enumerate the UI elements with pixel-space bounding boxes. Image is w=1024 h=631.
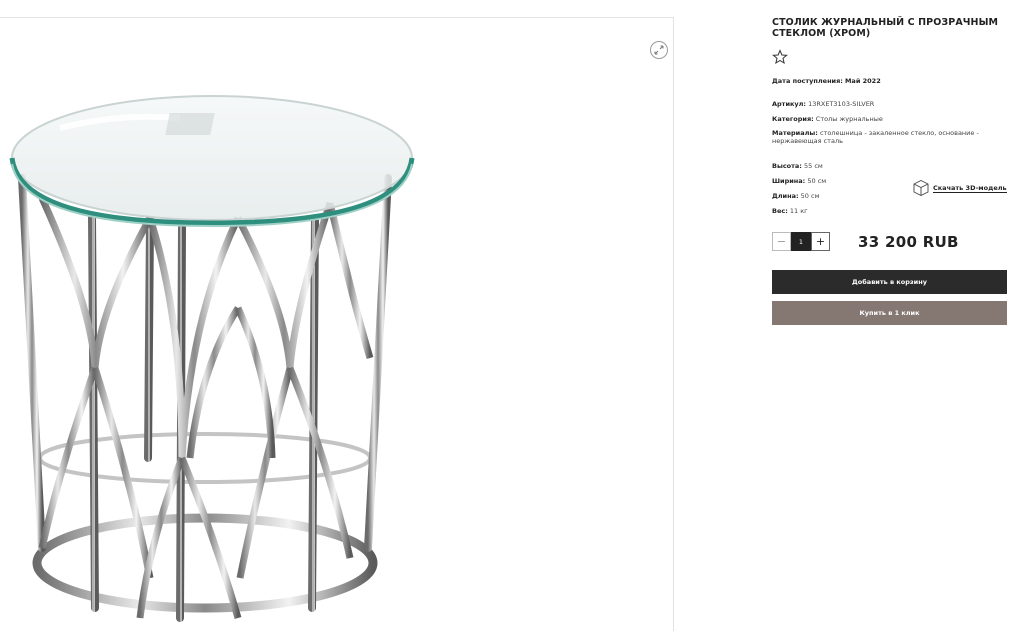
width: Ширина: 50 см bbox=[772, 177, 826, 185]
quantity-stepper: − + bbox=[772, 232, 830, 251]
arrival-value: Май 2022 bbox=[844, 77, 881, 85]
product-price: 33 200 RUB bbox=[858, 233, 959, 251]
sku-label: Артикул: bbox=[772, 100, 807, 108]
weight: Вес: 11 кг bbox=[772, 207, 808, 215]
cube-icon bbox=[913, 179, 929, 197]
expand-icon bbox=[654, 45, 664, 55]
quantity-minus-button[interactable]: − bbox=[772, 232, 791, 251]
weight-value: 11 кг bbox=[789, 207, 808, 215]
height-label: Высота: bbox=[772, 162, 802, 170]
height-value: 55 см bbox=[803, 162, 823, 170]
category-value: Столы журнальные bbox=[815, 115, 883, 123]
product-title: СТОЛИК ЖУРНАЛЬНЫЙ С ПРОЗРАЧНЫМ СТЕКЛОМ (… bbox=[772, 17, 999, 39]
length-label: Длина: bbox=[772, 192, 799, 200]
arrival-label: Дата поступления: bbox=[772, 77, 843, 85]
add-to-cart-button[interactable]: Добавить в корзину bbox=[772, 270, 1007, 294]
zoom-button[interactable] bbox=[650, 41, 668, 59]
length-value: 50 см bbox=[800, 192, 820, 200]
category-label: Категория: bbox=[772, 115, 814, 123]
weight-label: Вес: bbox=[772, 207, 788, 215]
download-3d-label: Скачать 3D-модель bbox=[933, 183, 1007, 193]
sku-value: 13RXET3103-SILVER bbox=[808, 100, 875, 108]
download-3d-link[interactable]: Скачать 3D-модель bbox=[912, 179, 1007, 197]
quantity-plus-button[interactable]: + bbox=[811, 232, 830, 251]
materials-label: Материалы: bbox=[772, 129, 818, 137]
sku: Артикул: 13RXET3103-SILVER bbox=[772, 100, 874, 108]
star-icon[interactable] bbox=[772, 49, 788, 65]
width-label: Ширина: bbox=[772, 177, 806, 185]
category: Категория: Столы журнальные bbox=[772, 115, 883, 123]
width-value: 50 см bbox=[807, 177, 827, 185]
product-gallery bbox=[0, 17, 674, 631]
product-image bbox=[9, 95, 415, 622]
quantity-input[interactable] bbox=[791, 232, 811, 251]
height: Высота: 55 см bbox=[772, 162, 823, 170]
materials: Материалы: столешница - закаленное стекл… bbox=[772, 129, 1004, 145]
buy-one-click-button[interactable]: Купить в 1 клик bbox=[772, 301, 1007, 325]
arrival-date: Дата поступления: Май 2022 bbox=[772, 77, 881, 85]
length: Длина: 50 см bbox=[772, 192, 820, 200]
